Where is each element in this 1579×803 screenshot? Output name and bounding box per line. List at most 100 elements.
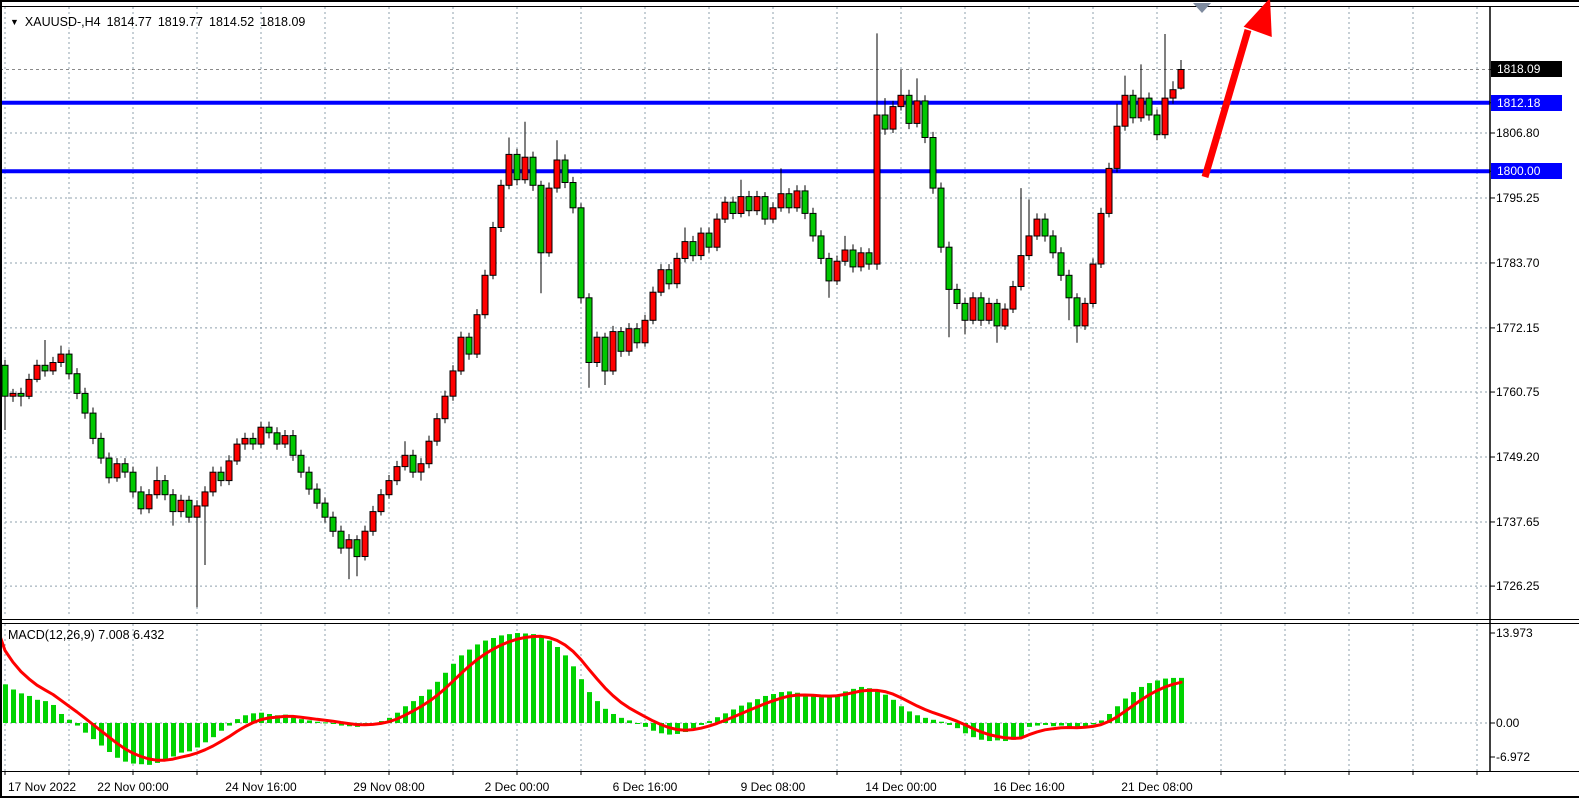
candle xyxy=(218,467,224,487)
hline-price-label: 1812.18 xyxy=(1491,95,1562,111)
candle-body-bull xyxy=(1018,256,1024,287)
candle xyxy=(82,388,88,419)
candle xyxy=(426,436,432,469)
candle-body-bear xyxy=(938,188,944,247)
macd-histogram-bar xyxy=(691,723,696,728)
candle-body-bull xyxy=(474,315,480,354)
candle-body-bull xyxy=(370,512,376,532)
candle-body-bull xyxy=(146,495,152,509)
candle xyxy=(274,427,280,450)
candle xyxy=(50,357,56,375)
candle-body-bull xyxy=(1114,126,1120,168)
candle-body-bull xyxy=(610,332,616,371)
candle-body-bear xyxy=(314,489,320,503)
candle xyxy=(114,458,120,482)
candle-body-bear xyxy=(530,157,536,185)
candle-body-bear xyxy=(162,481,168,495)
candle-body-bear xyxy=(882,115,888,129)
candle xyxy=(138,486,144,514)
candle-body-bull xyxy=(1178,70,1184,89)
macd-histogram-bar xyxy=(843,691,848,723)
candle-body-bear xyxy=(218,472,224,480)
pane-separator-top[interactable] xyxy=(0,619,1579,620)
candle xyxy=(522,122,528,184)
macd-histogram-bar xyxy=(635,723,640,724)
candle-body-bull xyxy=(1122,95,1128,126)
chart-canvas[interactable] xyxy=(0,0,1579,803)
candle xyxy=(618,327,624,357)
pane-separator-bottom[interactable] xyxy=(0,623,1579,624)
horizontal-line-1800[interactable] xyxy=(0,169,1490,173)
candle-body-bear xyxy=(106,458,112,478)
candle xyxy=(786,188,792,213)
candle-body-bull xyxy=(674,258,680,283)
chart-shift-marker-icon[interactable] xyxy=(1193,3,1211,13)
macd-histogram-bar xyxy=(331,723,336,724)
macd-histogram-bar xyxy=(83,723,88,733)
candle-body-bear xyxy=(826,258,832,281)
candle-body-bull xyxy=(282,436,288,444)
candle xyxy=(674,253,680,288)
macd-histogram-bar xyxy=(531,634,536,723)
candle xyxy=(810,208,816,242)
candle-body-bull xyxy=(194,506,200,517)
candle xyxy=(506,138,512,190)
candle-body-bull xyxy=(1170,90,1176,98)
candle-body-bear xyxy=(290,436,296,456)
candle xyxy=(458,332,464,375)
candle xyxy=(290,430,296,461)
candle xyxy=(258,422,264,448)
candle xyxy=(978,292,984,326)
candle xyxy=(938,183,944,253)
candle-body-bull xyxy=(226,461,232,481)
macd-histogram-bar xyxy=(131,723,136,764)
macd-histogram-bar xyxy=(11,690,16,723)
candle xyxy=(202,486,208,565)
time-axis-label: 29 Nov 08:00 xyxy=(353,779,424,795)
candle xyxy=(546,183,552,257)
macd-histogram-bar xyxy=(547,641,552,723)
candle xyxy=(242,433,248,450)
candle xyxy=(314,483,320,508)
candle-body-bear xyxy=(810,213,816,236)
candle-body-bull xyxy=(1082,303,1088,326)
candle xyxy=(378,489,384,515)
candle-body-bull xyxy=(402,455,408,466)
chart-title: ▼ XAUUSD-,H4 1814.77 1819.77 1814.52 181… xyxy=(10,15,305,29)
candle-body-bear xyxy=(298,455,304,472)
candle xyxy=(402,441,408,470)
candle-body-bear xyxy=(954,289,960,303)
macd-histogram-bar xyxy=(243,715,248,723)
candle-body-bear xyxy=(850,250,856,267)
candle-body-bear xyxy=(922,101,928,138)
macd-histogram-bar xyxy=(699,723,704,725)
macd-histogram-bar xyxy=(67,720,72,723)
candle xyxy=(434,413,440,446)
candle-body-bear xyxy=(666,270,672,284)
candle-body-bear xyxy=(578,208,584,298)
horizontal-line-1812.18[interactable] xyxy=(0,101,1490,105)
candle-body-bull xyxy=(114,464,120,478)
candle-body-bear xyxy=(586,298,592,363)
candle xyxy=(1002,303,1008,330)
macd-histogram-bar xyxy=(707,721,712,723)
candle xyxy=(570,177,576,214)
candle-body-bear xyxy=(82,393,88,413)
macd-histogram-bar xyxy=(563,655,568,723)
candle-body-bull xyxy=(202,492,208,506)
candle xyxy=(794,185,800,212)
candle-body-bull xyxy=(714,219,720,247)
candle-body-bull xyxy=(754,197,760,211)
candle-body-bear xyxy=(570,183,576,208)
symbol-dropdown-icon[interactable]: ▼ xyxy=(10,16,19,28)
candle-body-bull xyxy=(682,242,688,259)
candle xyxy=(650,287,656,325)
macd-histogram-bar xyxy=(587,692,592,723)
candle-body-bull xyxy=(1026,236,1032,256)
candle-body-bear xyxy=(354,540,360,557)
macd-histogram-bar xyxy=(1091,723,1096,724)
candle-body-bull xyxy=(426,441,432,464)
candle xyxy=(602,333,608,385)
window-left-border xyxy=(0,0,2,797)
candle xyxy=(298,450,304,478)
